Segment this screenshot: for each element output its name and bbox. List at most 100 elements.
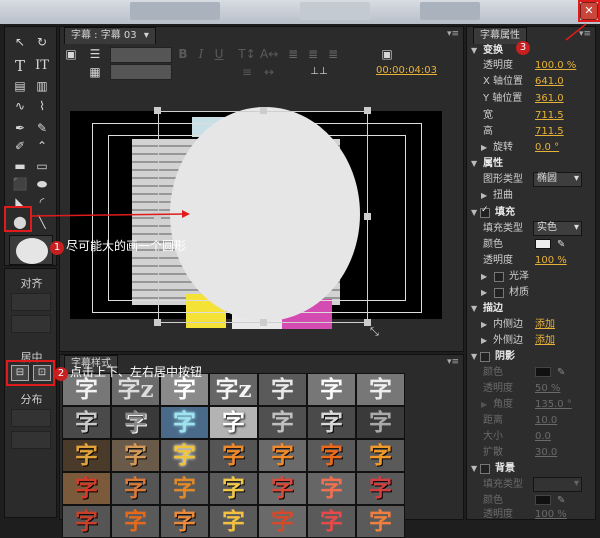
shadow-color-swatch[interactable] (535, 367, 551, 377)
eyedropper-icon[interactable]: ✎ (557, 365, 565, 380)
style-swatch[interactable]: 字 (62, 505, 111, 538)
style-swatch[interactable]: 字 (160, 406, 209, 439)
style-swatch[interactable]: 字 (356, 505, 405, 538)
clipped-rect-tool-icon[interactable]: ⬛ (11, 175, 29, 193)
bold-button[interactable]: B (174, 45, 192, 63)
add-anchor-tool-icon[interactable]: ✎ (33, 119, 51, 137)
selection-tool-icon[interactable]: ↖ (11, 33, 29, 51)
style-swatch[interactable]: 字 (258, 373, 307, 406)
style-swatch[interactable]: 字 (307, 439, 356, 472)
align-right-text-icon[interactable]: ≣ (324, 45, 342, 63)
style-swatch[interactable]: 字 (111, 406, 160, 439)
underline-button[interactable]: U (210, 45, 228, 63)
panel-menu-icon[interactable]: ▾≡ (447, 29, 459, 39)
section-transform[interactable]: 变换 (483, 43, 503, 58)
style-swatch[interactable]: 字 (307, 373, 356, 406)
outer-stroke-add-link[interactable]: 添加 (535, 333, 555, 348)
section-attributes[interactable]: 属性 (483, 156, 503, 171)
rotation-tool-icon[interactable]: ↻ (33, 33, 51, 51)
tab-ruler-icon[interactable]: ⊥⊥ (310, 63, 328, 81)
eyedropper-icon[interactable]: ✎ (557, 493, 565, 508)
rotation-value[interactable]: 0.0 ° (535, 140, 559, 155)
style-swatch[interactable]: 字 (209, 406, 258, 439)
new-title-icon[interactable]: ▣ (62, 45, 80, 63)
opacity-value[interactable]: 100.0 % (535, 58, 576, 73)
fill-color-swatch[interactable] (535, 239, 551, 249)
height-value[interactable]: 711.5 (535, 124, 564, 139)
tab-title-designer[interactable]: 字幕 : 字幕 03 ▾ (64, 27, 156, 44)
resize-handle-t[interactable] (260, 107, 267, 114)
line-tool-icon[interactable]: ╲ (33, 213, 51, 231)
sheen-checkbox[interactable] (494, 272, 504, 282)
delete-anchor-tool-icon[interactable]: ✐ (11, 137, 29, 155)
font-size-icon[interactable]: T↕ (238, 45, 256, 63)
fill-type-dropdown[interactable]: 实色 ▾ (533, 221, 582, 236)
shadow-angle-value[interactable]: 135.0 ° (535, 397, 572, 412)
font-style-field[interactable] (110, 64, 172, 80)
arc-tool-icon[interactable]: ◜ (33, 193, 51, 211)
shadow-size-value[interactable]: 0.0 (535, 429, 551, 444)
type-tool-icon[interactable]: T (11, 57, 29, 75)
resize-handle-r[interactable] (364, 213, 371, 220)
shadow-checkbox[interactable] (480, 352, 490, 362)
style-swatch[interactable]: 字 (111, 439, 160, 472)
shadow-spread-value[interactable]: 30.0 (535, 445, 557, 460)
resize-handle-tl[interactable] (154, 107, 161, 114)
style-swatch[interactable]: 字 (62, 406, 111, 439)
resize-handle-bl[interactable] (154, 319, 161, 326)
style-swatch[interactable]: 字 (356, 373, 405, 406)
background-checkbox[interactable] (480, 464, 490, 474)
style-swatch[interactable]: 字 (307, 472, 356, 505)
leading-icon[interactable]: ≡ (238, 63, 256, 81)
style-swatch[interactable]: 字z (209, 373, 258, 406)
show-video-icon[interactable]: ▣ (378, 45, 396, 63)
eyedropper-icon[interactable]: ✎ (557, 237, 565, 252)
style-swatch[interactable]: 字 (111, 505, 160, 538)
resize-handle-l[interactable] (154, 213, 161, 220)
style-swatch[interactable]: 字 (160, 472, 209, 505)
texture-checkbox[interactable] (494, 288, 504, 298)
rectangle-tool-icon[interactable]: ▬ (11, 157, 29, 175)
style-swatch[interactable]: 字 (160, 505, 209, 538)
style-swatch[interactable]: 字 (307, 406, 356, 439)
timecode[interactable]: 00:00:04:03 (376, 65, 437, 76)
section-background[interactable]: 背景 (495, 461, 515, 476)
texture-label[interactable]: 材质 (509, 285, 529, 300)
style-swatch[interactable]: 字 (209, 505, 258, 538)
resize-handle-b[interactable] (260, 319, 267, 326)
sheen-label[interactable]: 光泽 (509, 269, 529, 284)
style-swatch[interactable]: 字 (209, 439, 258, 472)
style-swatch[interactable]: 字 (209, 472, 258, 505)
path-type-tool-icon[interactable]: ∿ (11, 97, 29, 115)
italic-button[interactable]: I (192, 45, 210, 63)
roll-crawl-icon[interactable]: ☰ (86, 45, 104, 63)
convert-anchor-tool-icon[interactable]: ⌃ (33, 137, 51, 155)
vertical-path-type-tool-icon[interactable]: ⌇ (33, 97, 51, 115)
align-center-text-icon[interactable]: ≣ (304, 45, 322, 63)
section-shadow[interactable]: 阴影 (495, 349, 515, 364)
style-swatch[interactable]: 字 (111, 472, 160, 505)
x-position-value[interactable]: 641.0 (535, 74, 564, 89)
align-left-text-icon[interactable]: ≣ (284, 45, 302, 63)
width-value[interactable]: 711.5 (535, 108, 564, 123)
bg-fill-type-dropdown[interactable]: ▾ (533, 477, 582, 492)
tab-dropdown-icon[interactable]: ▾ (144, 30, 149, 41)
shadow-opacity-value[interactable]: 50 % (535, 381, 560, 396)
inner-stroke-add-link[interactable]: 添加 (535, 317, 555, 332)
bg-opacity-value[interactable]: 100 % (535, 507, 567, 522)
style-swatch[interactable]: 字 (62, 439, 111, 472)
style-swatch[interactable]: 字 (258, 406, 307, 439)
shadow-distance-value[interactable]: 10.0 (535, 413, 557, 428)
rounded-rect-tool-icon[interactable]: ▭ (33, 157, 51, 175)
vertical-area-type-tool-icon[interactable]: ▥ (33, 77, 51, 95)
section-fill[interactable]: 填充 (495, 205, 515, 220)
style-swatch[interactable]: 字 (307, 505, 356, 538)
style-swatch[interactable]: 字 (356, 472, 405, 505)
style-swatch[interactable]: 字 (258, 505, 307, 538)
tracking-icon[interactable]: ↔ (260, 63, 278, 81)
style-swatch[interactable]: 字 (258, 472, 307, 505)
styles-menu-icon[interactable]: ▾≡ (447, 357, 459, 367)
kerning-icon[interactable]: A↔ (260, 45, 278, 63)
font-family-field[interactable] (110, 47, 172, 63)
area-type-tool-icon[interactable]: ▤ (11, 77, 29, 95)
